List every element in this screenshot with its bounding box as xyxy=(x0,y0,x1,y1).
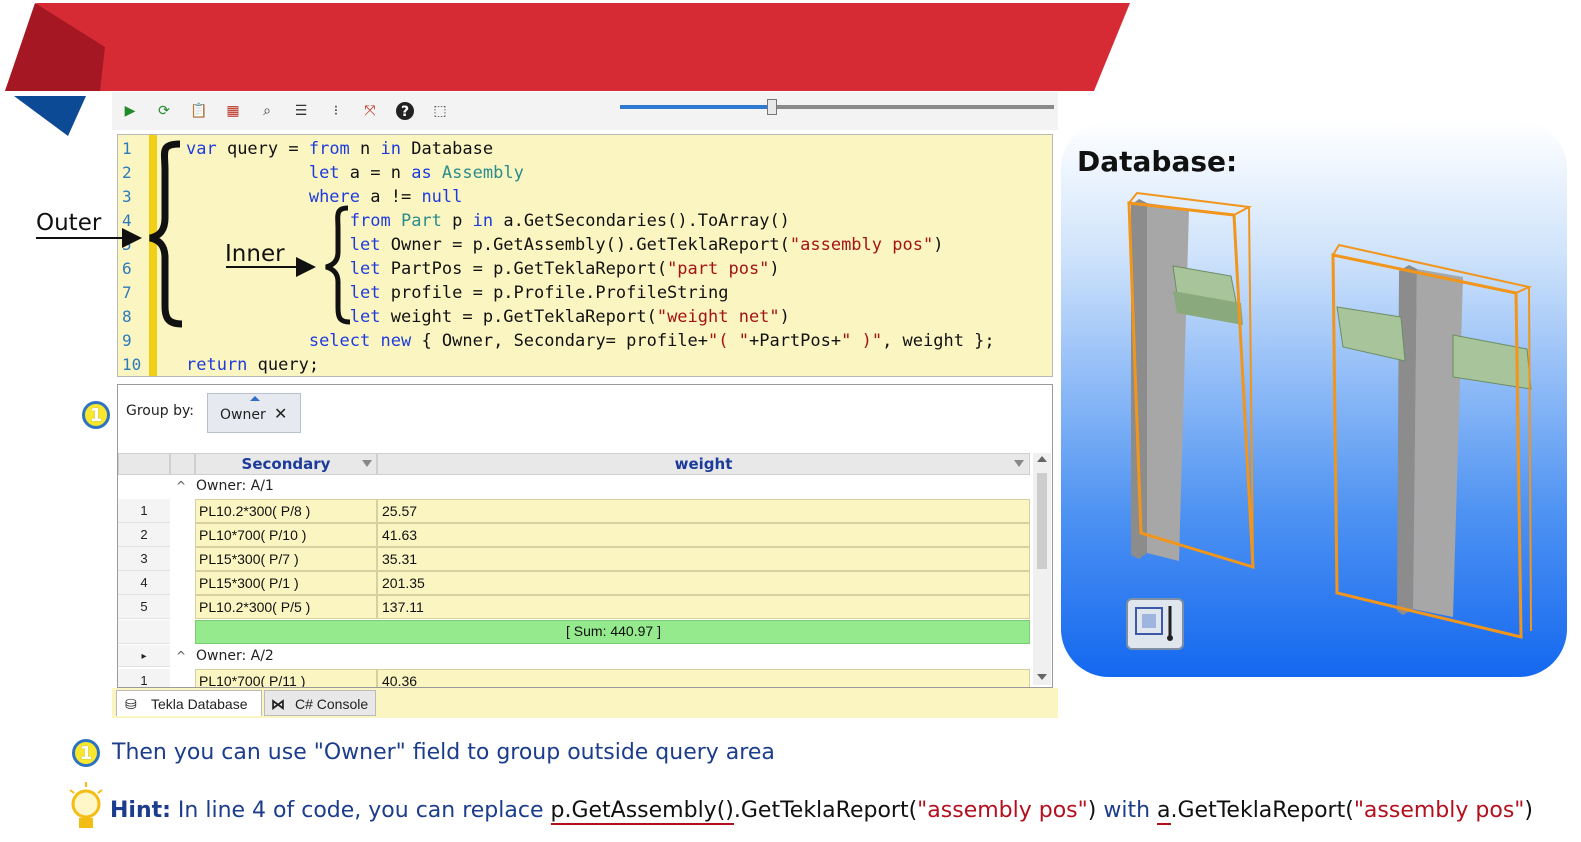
result-grid: Group by: Owner ✕ Secondary weight ^ Own… xyxy=(117,384,1053,688)
cell-secondary[interactable]: PL15*300( P/7 ) xyxy=(195,547,377,571)
svg-text:?: ? xyxy=(401,104,409,120)
filter-icon[interactable]: ⁝ xyxy=(325,100,347,122)
lightbulb-icon xyxy=(69,782,103,828)
database-panel: Database: xyxy=(1061,121,1567,677)
hint-code-original: p.GetAssembly() xyxy=(550,798,734,825)
column-header-secondary[interactable]: Secondary xyxy=(195,453,377,475)
tab-tekla-database[interactable]: ⛁ Tekla Database xyxy=(116,690,262,716)
group-row-a1[interactable]: Owner: A/1 xyxy=(196,475,274,497)
scroll-up-icon[interactable] xyxy=(1037,456,1047,462)
toolbar: ▶ ⟳ 📋 ▦ ⌕ ☰ ⁝ ⤧ ? ⬚ xyxy=(112,92,1058,130)
cell-weight[interactable]: 201.35 xyxy=(377,571,1030,595)
help-icon[interactable]: ? xyxy=(394,100,416,122)
line-number: 10 xyxy=(122,355,142,374)
cell-secondary[interactable]: PL10*700( P/10 ) xyxy=(195,523,377,547)
bottom-tab-bar: ⛁ Tekla Database ⋈ C# Console xyxy=(112,688,1058,718)
row-number: 5 xyxy=(118,595,170,619)
hint-body: In line 4 of code, you can replace xyxy=(170,798,551,823)
hint-text: Hint: In line 4 of code, you can replace… xyxy=(110,798,1533,825)
display-settings-icon[interactable] xyxy=(1126,598,1184,650)
code-line: return query; xyxy=(186,355,320,375)
group-by-label: Group by: xyxy=(126,403,194,419)
row-number: 3 xyxy=(118,547,170,571)
zoom-slider-thumb[interactable] xyxy=(766,99,777,115)
screenshot-icon[interactable]: ⬚ xyxy=(429,100,451,122)
sort-arrow-icon xyxy=(250,396,260,401)
row-number-blank xyxy=(118,620,170,644)
hint-with: with xyxy=(1096,798,1158,823)
group-column-header xyxy=(170,453,195,475)
hint-code-close-2: ) xyxy=(1524,798,1533,823)
row-number: 2 xyxy=(118,523,170,547)
cell-secondary[interactable]: PL10.2*300( P/8 ) xyxy=(195,499,377,523)
hint-code-replacement: a xyxy=(1157,798,1171,825)
collapse-caret-icon[interactable]: ^ xyxy=(176,649,186,663)
clipboard-icon[interactable]: 📋 xyxy=(188,100,210,122)
column-header-weight-label: weight xyxy=(674,455,733,473)
cell-secondary[interactable]: PL10.2*300( P/5 ) xyxy=(195,595,377,619)
filter-icon[interactable] xyxy=(362,460,372,467)
search-icon[interactable]: ⌕ xyxy=(256,100,278,122)
cell-weight[interactable]: 41.63 xyxy=(377,523,1030,547)
zoom-slider-fill xyxy=(620,105,772,109)
cell-weight[interactable]: 40.36 xyxy=(377,669,1030,687)
column-header-weight[interactable]: weight xyxy=(377,453,1030,475)
hint-code-method: .GetTeklaReport( xyxy=(733,798,918,823)
refresh-icon[interactable]: ⟳ xyxy=(153,100,175,122)
list-icon[interactable]: ☰ xyxy=(290,100,312,122)
row-number: 4 xyxy=(118,571,170,595)
row-header-corner xyxy=(118,453,170,475)
header-banner xyxy=(5,3,1130,91)
3d-model-view xyxy=(1127,191,1533,639)
database-icon: ⛁ xyxy=(125,696,137,712)
row-number: 1 xyxy=(118,499,170,523)
scroll-down-icon[interactable] xyxy=(1037,674,1047,680)
hint-code-string-2: "assembly pos" xyxy=(1353,798,1525,823)
row-number: 1 xyxy=(118,669,170,687)
run-icon[interactable]: ▶ xyxy=(119,100,141,122)
cell-weight[interactable]: 137.11 xyxy=(377,595,1030,619)
column-header-secondary-label: Secondary xyxy=(241,455,331,473)
tab-tekla-database-label: Tekla Database xyxy=(151,696,248,712)
step-description: Then you can use "Owner" field to group … xyxy=(112,740,775,765)
hint-code-method-2: .GetTeklaReport( xyxy=(1170,798,1354,823)
tab-csharp-console-label: C# Console xyxy=(295,696,369,712)
visual-studio-icon: ⋈ xyxy=(271,696,285,712)
step-badge-1: 1 xyxy=(82,401,110,429)
group-row-a2[interactable]: Owner: A/2 xyxy=(196,645,274,667)
cell-weight[interactable]: 35.31 xyxy=(377,547,1030,571)
step-badge-1-bottom: 1 xyxy=(72,739,100,767)
filter-icon[interactable] xyxy=(1014,460,1024,467)
cell-secondary[interactable]: PL10*700( P/11 ) xyxy=(195,669,377,687)
cell-weight[interactable]: 25.57 xyxy=(377,499,1030,523)
group-chip-owner[interactable]: Owner ✕ xyxy=(207,393,301,433)
zoom-slider[interactable] xyxy=(620,99,1054,115)
close-icon[interactable]: ✕ xyxy=(274,404,287,423)
cell-secondary[interactable]: PL15*300( P/1 ) xyxy=(195,571,377,595)
annotation-braces xyxy=(36,140,351,328)
table-icon[interactable]: ▦ xyxy=(222,100,244,122)
group-sum-value: [ Sum: 440.97 ] xyxy=(566,623,661,639)
group-summary-row: [ Sum: 440.97 ] xyxy=(195,620,1030,644)
vertical-scrollbar[interactable] xyxy=(1033,453,1051,685)
row-expander-icon[interactable]: ▸ xyxy=(118,645,170,667)
collapse-caret-icon[interactable]: ^ xyxy=(176,479,186,493)
cursor-icon[interactable]: ⤧ xyxy=(359,100,381,122)
group-chip-label: Owner xyxy=(220,407,266,423)
scrollbar-thumb[interactable] xyxy=(1037,473,1047,569)
hint-code-string: "assembly pos" xyxy=(917,798,1088,823)
tab-csharp-console[interactable]: ⋈ C# Console xyxy=(264,690,376,716)
hint-label: Hint: xyxy=(110,798,171,823)
